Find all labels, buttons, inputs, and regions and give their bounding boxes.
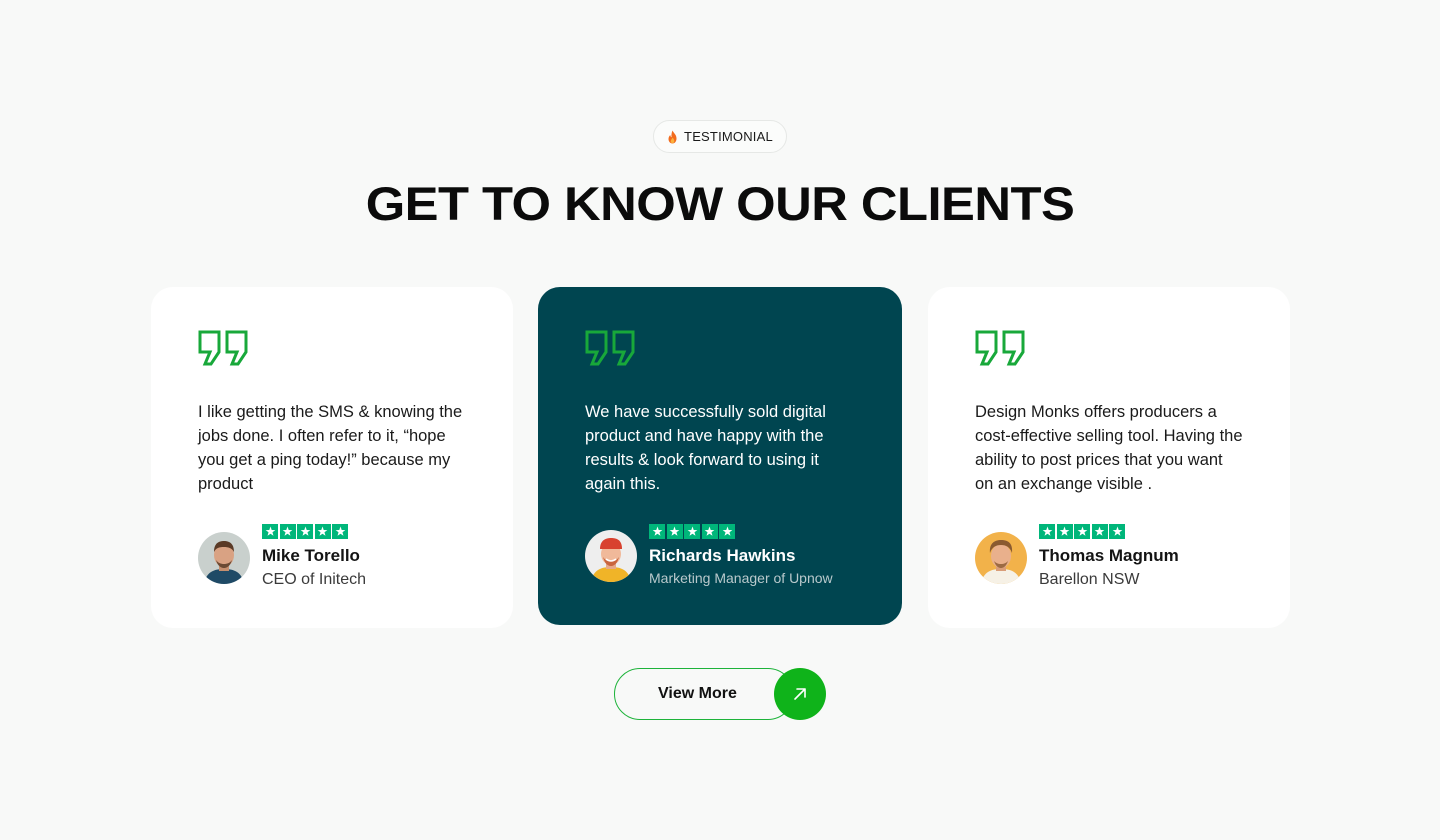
client-name: Mike Torello [262, 546, 360, 565]
flame-icon [667, 130, 678, 144]
testimonial-text: We have successfully sold digital produc… [585, 403, 826, 493]
star-icon [279, 524, 296, 539]
star-icon [666, 524, 683, 539]
testimonial-card: Design Monks offers producers a cost-eff… [928, 287, 1290, 628]
star-icon [1039, 524, 1055, 539]
star-icon [684, 524, 700, 539]
client-name: Thomas Magnum [1039, 546, 1179, 565]
section-badge: TESTIMONIAL [653, 120, 787, 153]
testimonial-text: I like getting the SMS & knowing the job… [198, 403, 463, 493]
client-name: Richards Hawkins [649, 546, 796, 565]
view-more-button[interactable]: View More [614, 668, 794, 720]
star-icon [262, 524, 278, 539]
quote-icon [975, 330, 1025, 366]
rating-stars [262, 524, 348, 539]
star-icon [649, 524, 665, 539]
arrow-up-right-icon [794, 688, 806, 700]
avatar [198, 532, 250, 584]
client-role: Marketing Manager of Upnow [649, 570, 833, 586]
star-icon [1091, 524, 1108, 539]
rating-stars [649, 524, 735, 539]
star-icon [1109, 524, 1125, 539]
testimonial-card: I like getting the SMS & knowing the job… [151, 287, 513, 628]
star-icon [314, 524, 331, 539]
testimonial-text: Design Monks offers producers a cost-eff… [975, 403, 1243, 493]
star-icon [701, 524, 718, 539]
star-icon [719, 524, 735, 539]
client-role: Barellon NSW [1039, 571, 1140, 588]
testimonial-card-featured: We have successfully sold digital produc… [538, 287, 902, 625]
avatar [585, 530, 637, 582]
section-title: GET TO KNOW OUR CLIENTS [365, 177, 1075, 230]
avatar [975, 532, 1027, 584]
arrow-button[interactable] [774, 668, 826, 720]
star-icon [332, 524, 348, 539]
star-icon [1056, 524, 1073, 539]
rating-stars [1039, 524, 1125, 539]
star-icon [1074, 524, 1090, 539]
star-icon [297, 524, 313, 539]
quote-icon [585, 330, 635, 366]
client-role: CEO of Initech [262, 571, 367, 588]
badge-label: TESTIMONIAL [684, 129, 773, 144]
quote-icon [198, 330, 248, 366]
